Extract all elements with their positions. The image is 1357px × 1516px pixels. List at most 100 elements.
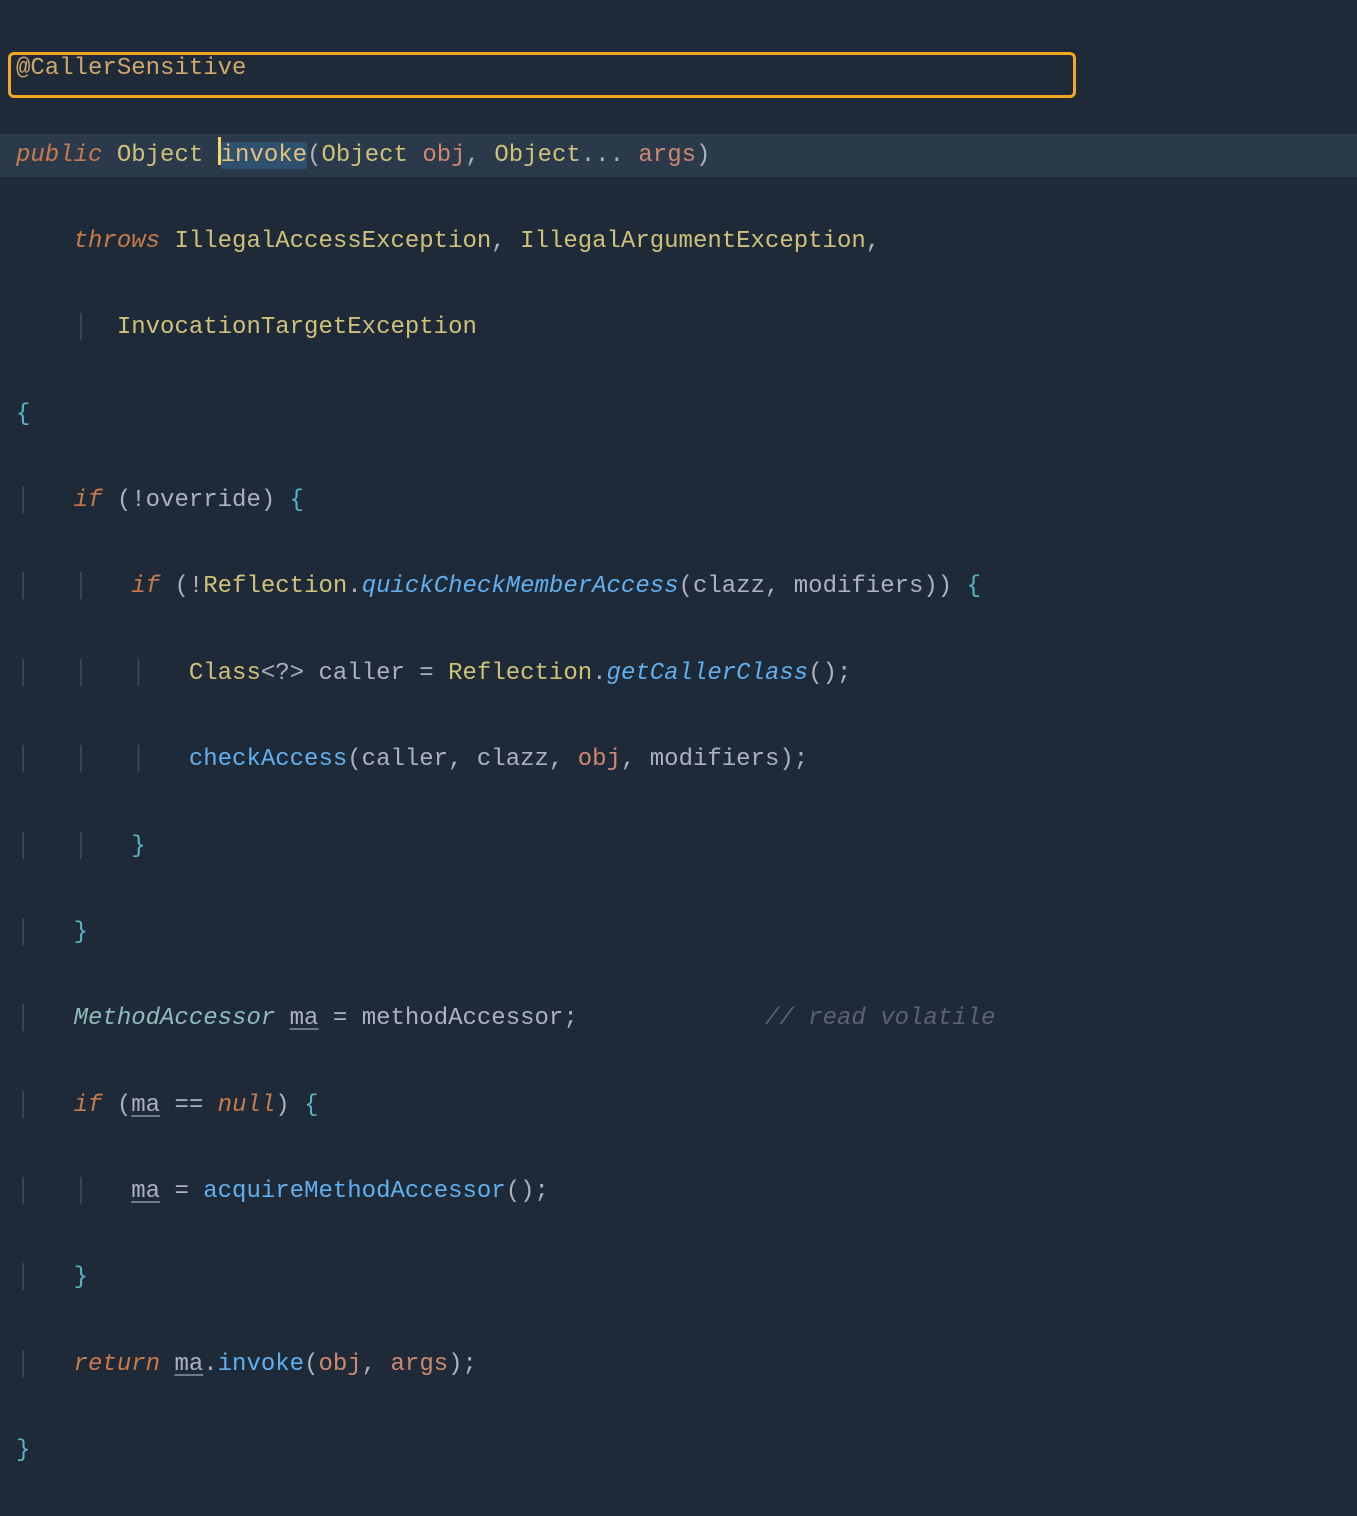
identifier-token: modifiers — [794, 573, 924, 600]
type-token: InvocationTargetException — [117, 314, 477, 341]
annotation-token: @CallerSensitive — [16, 55, 246, 82]
identifier-token: caller — [362, 746, 448, 773]
code-line[interactable]: │ return ma.invoke(obj, args); — [16, 1343, 1357, 1386]
punct-token: , — [549, 746, 563, 773]
code-line[interactable]: │ MethodAccessor ma = methodAccessor; //… — [16, 997, 1357, 1040]
code-line[interactable]: │ │ if (!Reflection.quickCheckMemberAcce… — [16, 565, 1357, 608]
punct-token: ( — [117, 487, 131, 514]
punct-token: ( — [174, 573, 188, 600]
param-token: obj — [422, 142, 465, 169]
type-token: Object — [117, 142, 203, 169]
indent-guide: │ │ │ — [16, 746, 189, 773]
indent-guide: │ │ — [16, 833, 131, 860]
keyword-token: if — [131, 573, 160, 600]
punct-token: ) — [275, 1092, 289, 1119]
comment-token: // read volatile — [765, 1005, 995, 1032]
indent-guide: │ — [16, 919, 74, 946]
punct-token: )) — [923, 573, 952, 600]
param-token: args — [391, 1351, 449, 1378]
punct-token: ! — [131, 487, 145, 514]
code-line[interactable]: │ } — [16, 1256, 1357, 1299]
method-call-token: getCallerClass — [607, 660, 809, 687]
indent-guide: │ — [74, 314, 117, 341]
keyword-token: if — [74, 487, 103, 514]
punct-token: , — [765, 573, 779, 600]
code-line[interactable]: @CallerSensitive — [16, 47, 1357, 90]
keyword-token: public — [16, 142, 102, 169]
punct-token: ( — [304, 1351, 318, 1378]
identifier-token: modifiers — [650, 746, 780, 773]
code-editor[interactable]: @CallerSensitive public Object invoke(Ob… — [0, 0, 1357, 1516]
code-line[interactable]: │ │ ma = acquireMethodAccessor(); — [16, 1170, 1357, 1213]
type-token: Reflection — [448, 660, 592, 687]
punct-token: ( — [117, 1092, 131, 1119]
punct-token: ) — [261, 487, 275, 514]
identifier-token: ma — [131, 1092, 160, 1119]
code-line[interactable]: │ │ │ Class<?> caller = Reflection.getCa… — [16, 652, 1357, 695]
keyword-token: return — [74, 1351, 160, 1378]
identifier-token: clazz — [693, 573, 765, 600]
identifier-token: caller — [318, 660, 404, 687]
punct-token: ) — [696, 142, 710, 169]
method-call-token: quickCheckMemberAccess — [362, 573, 679, 600]
punct-token: = — [333, 1005, 347, 1032]
code-line[interactable]: │ } — [16, 911, 1357, 954]
brace-token: } — [16, 1437, 30, 1464]
brace-token: { — [290, 487, 304, 514]
indent-guide: │ │ — [16, 573, 131, 600]
punct-token: , — [448, 746, 462, 773]
keyword-token: null — [218, 1092, 276, 1119]
punct-token: ); — [448, 1351, 477, 1378]
type-token: Class — [189, 660, 261, 687]
punct-token: , — [866, 228, 880, 255]
punct-token: ( — [347, 746, 361, 773]
code-line[interactable]: } — [16, 1429, 1357, 1472]
identifier-token: methodAccessor — [362, 1005, 564, 1032]
punct-token: , — [621, 746, 635, 773]
punct-token: = — [174, 1178, 188, 1205]
code-line[interactable]: throws IllegalAccessException, IllegalAr… — [16, 220, 1357, 263]
code-line[interactable]: │ if (ma == null) { — [16, 1084, 1357, 1127]
indent-guide: │ — [16, 1351, 74, 1378]
punct-token: ... — [581, 142, 624, 169]
identifier-token: override — [146, 487, 261, 514]
punct-token: , — [491, 228, 505, 255]
indent-guide: │ │ │ — [16, 660, 189, 687]
punct-token: ( — [307, 142, 321, 169]
method-call-token: acquireMethodAccessor — [203, 1178, 505, 1205]
punct-token: . — [347, 573, 361, 600]
punct-token: . — [203, 1351, 217, 1378]
indent-guide: │ — [16, 487, 74, 514]
punct-token: <?> — [261, 660, 304, 687]
type-token: MethodAccessor — [74, 1005, 276, 1032]
punct-token: ! — [189, 573, 203, 600]
punct-token: . — [592, 660, 606, 687]
punct-token: (); — [506, 1178, 549, 1205]
highlighted-line[interactable]: public Object invoke(Object obj, Object.… — [0, 134, 1357, 177]
brace-token: } — [131, 833, 145, 860]
indent-guide: │ │ — [16, 1178, 131, 1205]
param-token: obj — [578, 746, 621, 773]
keyword-token: if — [74, 1092, 103, 1119]
identifier-token: clazz — [477, 746, 549, 773]
code-line[interactable]: │ InvocationTargetException — [16, 306, 1357, 349]
punct-token: , — [362, 1351, 376, 1378]
indent-guide: │ — [16, 1005, 74, 1032]
param-token: args — [638, 142, 696, 169]
method-call-token: checkAccess — [189, 746, 347, 773]
punct-token: ); — [779, 746, 808, 773]
code-line[interactable]: │ if (!override) { — [16, 479, 1357, 522]
identifier-token: ma — [174, 1351, 203, 1378]
type-token: Object — [321, 142, 407, 169]
punct-token: ; — [563, 1005, 577, 1032]
keyword-token: throws — [74, 228, 160, 255]
type-token: Object — [494, 142, 580, 169]
indent-guide: │ — [16, 1264, 74, 1291]
code-line[interactable]: { — [16, 393, 1357, 436]
code-line[interactable]: │ │ │ checkAccess(caller, clazz, obj, mo… — [16, 738, 1357, 781]
brace-token: { — [304, 1092, 318, 1119]
punct-token: (); — [808, 660, 851, 687]
identifier-token: ma — [131, 1178, 160, 1205]
code-line[interactable]: │ │ } — [16, 825, 1357, 868]
type-token: IllegalAccessException — [174, 228, 491, 255]
